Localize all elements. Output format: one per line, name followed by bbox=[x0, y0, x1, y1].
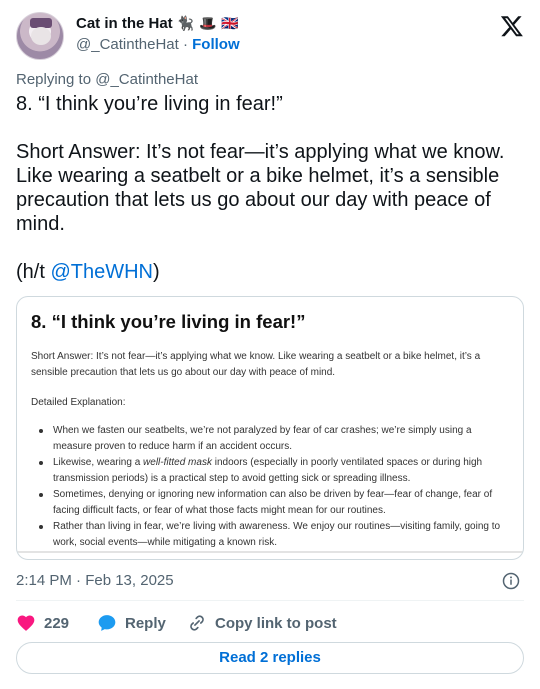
timestamp[interactable]: 2:14 PM · Feb 13, 2025 bbox=[16, 571, 174, 591]
card-divider bbox=[17, 551, 523, 553]
list-item: Likewise, wearing a well-fitted mask ind… bbox=[31, 455, 511, 486]
tweet-header: Cat in the Hat 🐈‍⬛ 🎩 🇬🇧 @_CatintheHat · F… bbox=[16, 12, 524, 60]
x-logo-icon[interactable] bbox=[500, 14, 524, 38]
display-name[interactable]: Cat in the Hat 🐈‍⬛ 🎩 🇬🇧 bbox=[76, 14, 240, 34]
author-handle[interactable]: @_CatintheHat bbox=[76, 36, 179, 53]
display-name-emojis: 🐈‍⬛ 🎩 🇬🇧 bbox=[176, 16, 239, 32]
bullet-2-start: Likewise, wearing a bbox=[53, 457, 144, 468]
copy-link-button[interactable]: Copy link to post bbox=[187, 611, 337, 635]
copy-link-label: Copy link to post bbox=[215, 614, 337, 632]
link-icon bbox=[190, 615, 204, 631]
list-item: When we fasten our seatbelts, we’re not … bbox=[31, 423, 511, 454]
reply-context[interactable]: Replying to @_CatintheHat bbox=[16, 70, 198, 90]
info-icon[interactable] bbox=[502, 572, 520, 590]
tweet-text: 8. “I think you’re living in fear!” Shor… bbox=[16, 92, 521, 284]
avatar[interactable] bbox=[16, 12, 64, 60]
author-block: Cat in the Hat 🐈‍⬛ 🎩 🇬🇧 @_CatintheHat · F… bbox=[76, 14, 240, 55]
card-bullet-list: When we fasten our seatbelts, we’re not … bbox=[31, 423, 511, 550]
display-name-text[interactable]: Cat in the Hat bbox=[76, 15, 173, 32]
mention-link[interactable]: @TheWHN bbox=[50, 261, 153, 283]
speech-bubble-icon bbox=[98, 615, 116, 631]
card-short-answer: Short Answer: It’s not fear—it’s applyin… bbox=[31, 351, 481, 378]
card-title: 8. “I think you’re living in fear!” bbox=[31, 311, 306, 332]
handle-line: @_CatintheHat · Follow bbox=[76, 35, 240, 55]
list-item: Rather than living in fear, we’re living… bbox=[31, 519, 511, 550]
card-content: 8. “I think you’re living in fear!” Shor… bbox=[31, 307, 511, 551]
reply-label: Reply bbox=[125, 614, 166, 632]
follow-button[interactable]: Follow bbox=[192, 36, 240, 53]
action-bar: 229 Reply Copy link to post bbox=[16, 611, 524, 635]
reply-button[interactable]: Reply bbox=[97, 611, 166, 635]
actions-divider bbox=[16, 600, 524, 601]
like-button[interactable]: 229 bbox=[16, 611, 69, 635]
tweet-body: 8. “I think you’re living in fear!” Shor… bbox=[16, 93, 505, 283]
handle-separator: · bbox=[182, 36, 188, 53]
list-item: Sometimes, denying or ignoring new infor… bbox=[31, 487, 511, 518]
bullet-2-emphasis: well-fitted mask bbox=[143, 457, 212, 468]
like-count: 229 bbox=[44, 614, 70, 632]
tweet-tail: ) bbox=[152, 261, 160, 283]
heart-icon bbox=[17, 615, 35, 631]
card-detailed-label: Detailed Explanation: bbox=[31, 397, 126, 408]
avatar-face-shape bbox=[31, 27, 51, 45]
read-replies-button[interactable]: Read 2 replies bbox=[16, 642, 524, 674]
image-card[interactable]: 8. “I think you’re living in fear!” Shor… bbox=[16, 296, 524, 560]
